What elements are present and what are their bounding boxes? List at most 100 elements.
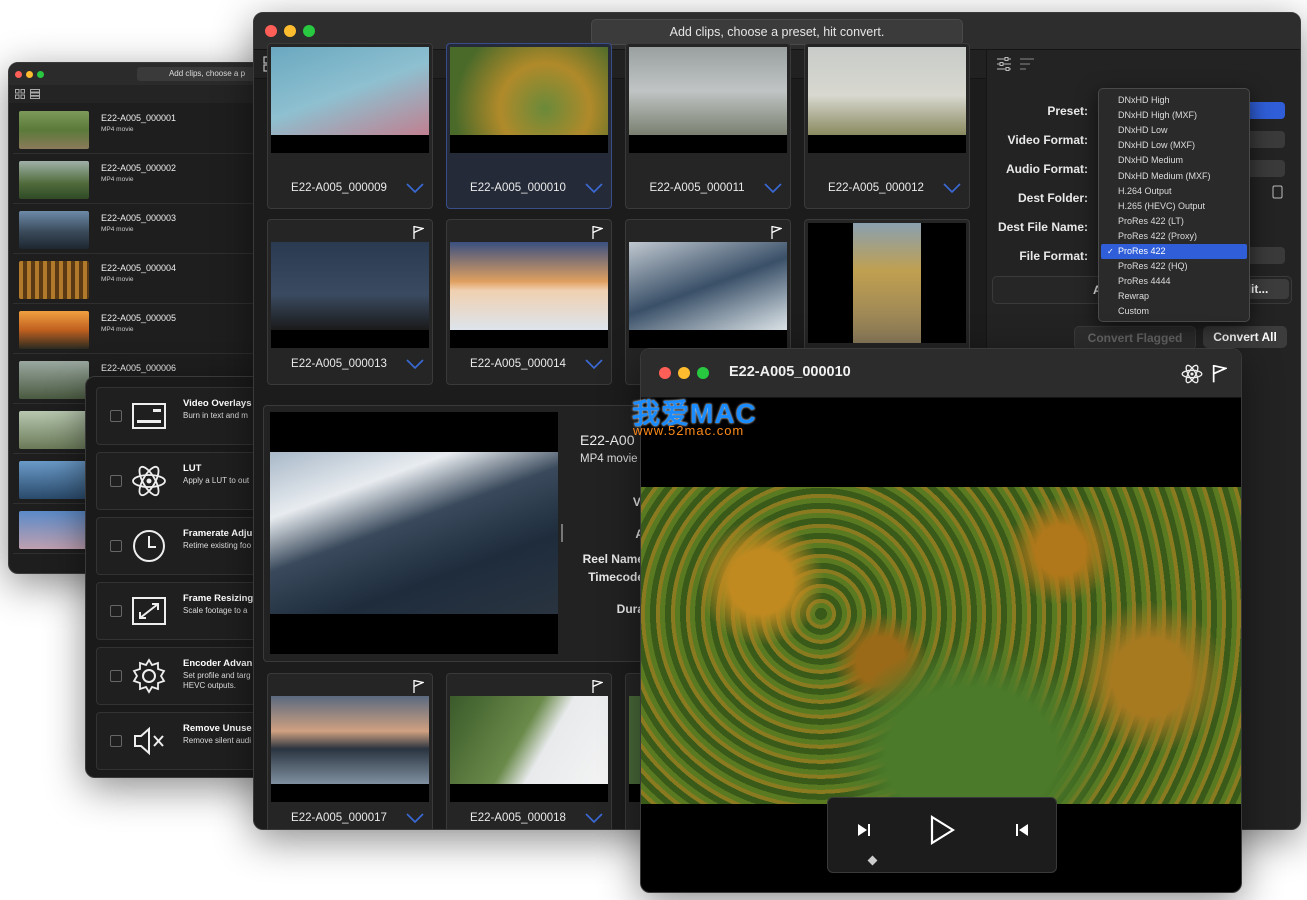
zoom-button[interactable] — [697, 367, 709, 379]
flag-icon[interactable] — [770, 225, 782, 239]
chevron-down-icon[interactable] — [406, 182, 424, 194]
preset-option[interactable]: DNxHD Medium — [1101, 153, 1247, 168]
clip-tile[interactable]: E22-A005_000011 — [625, 43, 791, 209]
atom-icon[interactable] — [1181, 363, 1203, 385]
feature-checkbox[interactable] — [110, 735, 122, 747]
clip-tile[interactable]: E22-A005_000013 — [267, 219, 433, 385]
step-back-icon[interactable] — [1014, 822, 1030, 838]
flag-icon[interactable] — [591, 679, 603, 693]
feature-checkbox[interactable] — [110, 605, 122, 617]
preset-option[interactable]: DNxHD Medium (MXF) — [1101, 169, 1247, 184]
play-icon[interactable] — [929, 815, 955, 845]
clip-tile[interactable]: E22-A005_000017 — [267, 673, 433, 829]
list-view-icon[interactable] — [30, 89, 40, 99]
preset-option[interactable]: ✓ ProRes 422 — [1101, 244, 1247, 259]
watermark-url: www.52mac.com — [633, 423, 745, 438]
preset-option[interactable]: Custom — [1101, 304, 1247, 319]
clip-name: E22-A005_000009 — [291, 182, 387, 194]
clip-preview — [271, 47, 429, 153]
chevron-down-icon[interactable] — [585, 812, 603, 824]
feature-lut[interactable]: LUT Apply a LUT to out — [96, 452, 268, 510]
flag-icon[interactable] — [1211, 363, 1227, 383]
feature-title: LUT — [183, 463, 202, 474]
preset-option[interactable]: DNxHD High (MXF) — [1101, 108, 1247, 123]
feature-checkbox[interactable] — [110, 475, 122, 487]
clip-preview — [629, 47, 787, 153]
feature-remove-unused[interactable]: Remove Unuse Remove silent audi — [96, 712, 268, 770]
clip-preview — [450, 242, 608, 348]
preset-option[interactable]: DNxHD Low — [1101, 123, 1247, 138]
list-item[interactable]: E22-A005_000002 MP4 movie — [13, 157, 275, 204]
minimize-button[interactable] — [284, 25, 296, 37]
preset-option[interactable]: DNxHD Low (MXF) — [1101, 138, 1247, 153]
details-preview — [270, 412, 558, 654]
list-item[interactable]: E22-A005_000004 MP4 movie — [13, 257, 275, 304]
video-frame — [641, 487, 1241, 804]
close-button[interactable] — [15, 71, 22, 78]
feature-checkbox[interactable] — [110, 540, 122, 552]
flag-icon[interactable] — [412, 679, 424, 693]
clip-thumbnail — [19, 361, 89, 399]
chevron-down-icon[interactable] — [585, 182, 603, 194]
clip-name: E22-A005_000010 — [470, 182, 566, 194]
preset-option[interactable]: H.264 Output — [1101, 184, 1247, 199]
zoom-button[interactable] — [303, 25, 315, 37]
preset-option[interactable]: ProRes 422 (HQ) — [1101, 259, 1247, 274]
clip-type: MP4 movie — [101, 176, 134, 183]
preset-option[interactable]: ProRes 4444 — [1101, 274, 1247, 289]
chevron-down-icon[interactable] — [585, 358, 603, 370]
clip-tile-selected[interactable]: E22-A005_000010 — [446, 43, 612, 209]
playhead-marker[interactable] — [867, 855, 878, 866]
checkmark-icon: ✓ — [1107, 247, 1114, 256]
flag-icon[interactable] — [591, 225, 603, 239]
chevron-down-icon[interactable] — [943, 182, 961, 194]
step-forward-icon[interactable] — [856, 822, 872, 838]
feature-title: Encoder Advan — [183, 658, 253, 669]
clip-tile[interactable]: E22-A005_000009 — [267, 43, 433, 209]
clip-preview — [450, 696, 608, 802]
clip-tile[interactable]: E22-A005_000014 — [446, 219, 612, 385]
flag-icon[interactable] — [412, 225, 424, 239]
list-item[interactable]: E22-A005_000001 MP4 movie — [13, 107, 275, 154]
convert-all-button[interactable]: Convert All — [1203, 326, 1287, 348]
file-format-label: File Format: — [1019, 249, 1088, 263]
feature-encoder-advanced[interactable]: Encoder Advan Set profile and targ HEVC … — [96, 647, 268, 705]
feature-title: Framerate Adju — [183, 528, 253, 539]
convert-flagged-button[interactable]: Convert Flagged — [1074, 326, 1196, 350]
minimize-button[interactable] — [678, 367, 690, 379]
preset-dropdown-menu: DNxHD High DNxHD High (MXF) DNxHD Low DNxHD… — [1098, 88, 1250, 322]
clip-name: E22-A005_000004 — [101, 263, 177, 273]
clip-preview — [808, 47, 966, 153]
zoom-button[interactable] — [37, 71, 44, 78]
details-label: Reel Name — [582, 552, 644, 566]
feature-framerate[interactable]: Framerate Adju Retime existing foo — [96, 517, 268, 575]
chevron-down-icon[interactable] — [406, 358, 424, 370]
clip-tile[interactable]: E22-A005_000012 — [804, 43, 970, 209]
chevron-down-icon[interactable] — [406, 812, 424, 824]
splitter-handle[interactable] — [561, 524, 563, 542]
sort-icon[interactable] — [1019, 56, 1035, 72]
feature-video-overlays[interactable]: Video Overlays Burn in text and m — [96, 387, 268, 445]
preset-option[interactable]: H.265 (HEVC) Output — [1101, 199, 1247, 214]
preset-option[interactable]: Rewrap — [1101, 289, 1247, 304]
preset-option[interactable]: DNxHD High — [1101, 93, 1247, 108]
feature-description: Remove silent audi — [183, 736, 252, 745]
sliders-icon[interactable] — [996, 56, 1012, 72]
playback-controls — [827, 797, 1057, 873]
clip-name: E22-A005_000006 — [101, 363, 177, 373]
document-icon[interactable] — [1272, 185, 1283, 199]
list-item[interactable]: E22-A005_000003 MP4 movie — [13, 207, 275, 254]
minimize-button[interactable] — [26, 71, 33, 78]
close-button[interactable] — [659, 367, 671, 379]
list-item[interactable]: E22-A005_000005 MP4 movie — [13, 307, 275, 354]
chevron-down-icon[interactable] — [764, 182, 782, 194]
grid-view-icon[interactable] — [15, 89, 25, 99]
feature-checkbox[interactable] — [110, 410, 122, 422]
clip-tile[interactable]: E22-A005_000018 — [446, 673, 612, 829]
clip-name: E22-A005_000012 — [828, 182, 924, 194]
feature-frame-resizing[interactable]: Frame Resizing Scale footage to a — [96, 582, 268, 640]
preset-option[interactable]: ProRes 422 (Proxy) — [1101, 229, 1247, 244]
close-button[interactable] — [265, 25, 277, 37]
feature-checkbox[interactable] — [110, 670, 122, 682]
preset-option[interactable]: ProRes 422 (LT) — [1101, 214, 1247, 229]
